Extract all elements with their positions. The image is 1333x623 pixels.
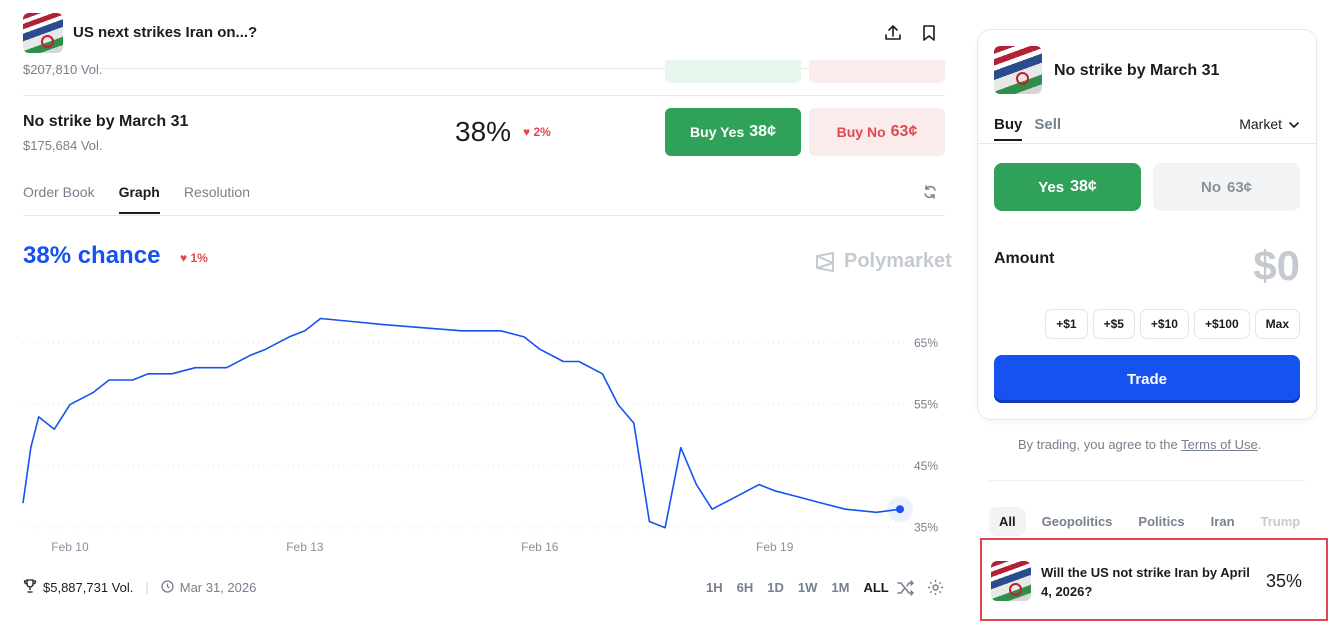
- total-volume: $5,887,731 Vol.: [43, 580, 134, 595]
- terms-of-use-link[interactable]: Terms of Use: [1181, 437, 1258, 452]
- tab-resolution[interactable]: Resolution: [184, 184, 250, 214]
- range-1m[interactable]: 1M: [831, 580, 849, 595]
- max-chip[interactable]: Max: [1254, 309, 1300, 339]
- market-change: ♥ 2%: [523, 125, 551, 139]
- polymarket-logo: Polymarket: [814, 250, 952, 273]
- row-divider: [23, 95, 945, 96]
- header-divider: [23, 68, 945, 69]
- trophy-icon: [23, 579, 37, 596]
- refresh-icon[interactable]: [921, 183, 941, 203]
- clock-icon: [161, 579, 174, 596]
- outcome-no-button[interactable]: No 63¢: [1153, 163, 1300, 211]
- panel-market-flag: [994, 46, 1042, 94]
- footer-separator: |: [145, 580, 149, 595]
- amount-input[interactable]: $0: [1253, 242, 1300, 290]
- x-tick-label: Feb 13: [286, 540, 324, 554]
- chevron-down-icon: [1288, 116, 1300, 132]
- down-heart-icon: ♥: [523, 125, 531, 139]
- market-volume: $175,684 Vol.: [23, 138, 103, 153]
- buy-yes-button[interactable]: Buy Yes 38¢: [665, 108, 801, 156]
- category-trump[interactable]: Trump: [1251, 507, 1311, 536]
- add-10-chip[interactable]: +$10: [1139, 309, 1189, 339]
- end-date: Mar 31, 2026: [179, 580, 257, 595]
- category-iran[interactable]: Iran: [1201, 507, 1245, 536]
- category-all[interactable]: All: [989, 507, 1026, 536]
- y-tick-label: 65%: [914, 336, 938, 350]
- time-range-selector: 1H 6H 1D 1W 1M ALL: [706, 580, 889, 595]
- order-type-dropdown[interactable]: Market: [1239, 116, 1300, 132]
- x-tick-label: Feb 19: [756, 540, 794, 554]
- range-all[interactable]: ALL: [863, 580, 888, 595]
- category-geopolitics[interactable]: Geopolitics: [1032, 507, 1123, 536]
- range-6h[interactable]: 6H: [737, 580, 754, 595]
- shuffle-icon[interactable]: [897, 580, 915, 601]
- related-market-flag: [991, 561, 1031, 601]
- chart-footer: $5,887,731 Vol. | Mar 31, 2026: [23, 579, 256, 596]
- related-market-card[interactable]: Will the US not strike Iran by April 4, …: [980, 538, 1328, 621]
- panel-divider: [978, 143, 1316, 144]
- buy-sell-tabs: Buy Sell: [994, 116, 1061, 141]
- outcome-yes-button[interactable]: Yes 38¢: [994, 163, 1141, 211]
- tab-sell[interactable]: Sell: [1034, 116, 1061, 141]
- price-chart[interactable]: 65% 55% 45% 35% Feb 10 Feb 13 Feb 16 Feb 19: [0, 290, 960, 560]
- down-heart-icon: ♥: [180, 251, 188, 265]
- chance-change: ♥ 1%: [180, 251, 208, 265]
- market-percent: 38%: [455, 116, 512, 147]
- tabs-divider: [23, 215, 945, 216]
- category-politics[interactable]: Politics: [1128, 507, 1194, 536]
- panel-title: No strike by March 31: [1054, 62, 1220, 79]
- range-1d[interactable]: 1D: [767, 580, 784, 595]
- add-100-chip[interactable]: +$100: [1193, 309, 1250, 339]
- share-icon[interactable]: [882, 22, 904, 44]
- detail-tabs: Order Book Graph Resolution: [23, 184, 250, 214]
- buy-no-button[interactable]: Buy No 63¢: [809, 108, 945, 156]
- x-tick-label: Feb 16: [521, 540, 559, 554]
- x-tick-label: Feb 10: [51, 540, 89, 554]
- chart-endpoint: [896, 505, 904, 514]
- add-1-chip[interactable]: +$1: [1045, 309, 1088, 339]
- chart-series-line: [22, 317, 901, 529]
- trade-panel: No strike by March 31 Buy Sell Market Ye…: [977, 29, 1317, 420]
- settings-gear-icon[interactable]: [927, 579, 944, 601]
- top-bar: US next strikes Iran on...?: [0, 0, 960, 68]
- tab-graph[interactable]: Graph: [118, 184, 160, 214]
- category-filter: All Geopolitics Politics Iran Trump: [989, 507, 1315, 536]
- y-tick-label: 45%: [914, 459, 938, 473]
- market-title[interactable]: No strike by March 31: [23, 113, 188, 131]
- range-1w[interactable]: 1W: [798, 580, 818, 595]
- chance-label: 38% chance: [23, 242, 161, 269]
- range-1h[interactable]: 1H: [706, 580, 723, 595]
- sidebar-divider: [989, 480, 1305, 481]
- market-flag-image: [23, 13, 63, 53]
- terms-notice: By trading, you agree to the Terms of Us…: [1018, 437, 1262, 452]
- prev-market-volume: $207,810 Vol.: [23, 62, 103, 77]
- prev-buy-yes-button[interactable]: [665, 60, 801, 83]
- event-title: US next strikes Iran on...?: [73, 24, 258, 41]
- y-tick-label: 35%: [914, 521, 938, 535]
- amount-label: Amount: [994, 250, 1055, 267]
- tab-buy[interactable]: Buy: [994, 116, 1023, 141]
- prev-buy-no-button[interactable]: [809, 60, 945, 83]
- tab-order-book[interactable]: Order Book: [23, 184, 95, 214]
- trade-button[interactable]: Trade: [994, 355, 1300, 403]
- add-5-chip[interactable]: +$5: [1092, 309, 1135, 339]
- amount-chips: +$1 +$5 +$10 +$100 Max: [1045, 309, 1300, 339]
- y-tick-label: 55%: [914, 398, 938, 412]
- related-market-percent: 35%: [1265, 571, 1302, 591]
- bookmark-icon[interactable]: [918, 22, 940, 44]
- related-market-question: Will the US not strike Iran by April 4, …: [1041, 565, 1250, 599]
- polymarket-icon: [816, 251, 834, 272]
